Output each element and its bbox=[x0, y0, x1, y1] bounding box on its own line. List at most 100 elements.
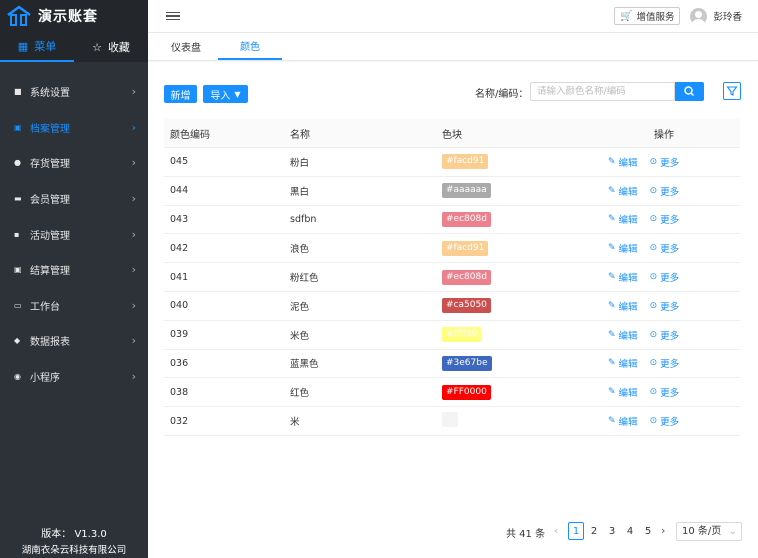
more-link[interactable]: ⊙ 更多 bbox=[650, 328, 680, 342]
cell-code: 036 bbox=[170, 357, 189, 369]
edit-link[interactable]: ✎ 编辑 bbox=[608, 356, 638, 370]
tab-dashboard[interactable]: 仪表盘 bbox=[154, 32, 218, 60]
edit-link[interactable]: ✎ 编辑 bbox=[608, 241, 638, 255]
table-header: 颜色编码 名称 色块 操作 bbox=[164, 119, 740, 148]
sidebar-item-label: 结算管理 bbox=[30, 266, 70, 278]
cell-swatch: #ffff80 bbox=[436, 327, 588, 343]
workbench-icon: ▭ bbox=[14, 300, 22, 310]
more-link[interactable]: ⊙ 更多 bbox=[650, 212, 680, 226]
search-button[interactable] bbox=[675, 82, 704, 101]
add-button[interactable]: 新增 bbox=[164, 85, 197, 103]
cell-name: 粉白 bbox=[290, 157, 310, 169]
edit-icon: ✎ bbox=[608, 300, 616, 311]
chevron-left-icon[interactable]: ‹ bbox=[554, 524, 558, 537]
company-name: 湖南衣朵云科技有限公司 bbox=[21, 545, 127, 556]
edit-link[interactable]: ✎ 编辑 bbox=[608, 299, 638, 313]
chevron-right-icon: › bbox=[131, 370, 136, 384]
edit-icon: ✎ bbox=[608, 156, 616, 167]
sidebar-item-miniprogram[interactable]: ◉ 小程序 › bbox=[0, 359, 148, 395]
search-icon bbox=[684, 86, 695, 97]
import-button[interactable]: 导入 ▼ bbox=[203, 85, 248, 103]
cell-code: 032 bbox=[170, 415, 189, 427]
filter-button[interactable] bbox=[723, 82, 741, 100]
more-link[interactable]: ⊙ 更多 bbox=[650, 155, 680, 169]
color-swatch: #3e67be bbox=[442, 355, 492, 371]
more-link[interactable]: ⊙ 更多 bbox=[650, 414, 680, 428]
cell-actions: ✎ 编辑 ⊙ 更多 bbox=[588, 212, 740, 226]
cell-actions: ✎ 编辑 ⊙ 更多 bbox=[588, 270, 740, 284]
more-label: 更多 bbox=[660, 273, 680, 285]
more-link[interactable]: ⊙ 更多 bbox=[650, 299, 680, 313]
sidebar-item-reports[interactable]: ◆ 数据报表 › bbox=[0, 323, 148, 359]
cell-name: sdfbn bbox=[290, 213, 317, 225]
sidebar-tabs: ▦ 菜单 ☆ 收藏 bbox=[0, 32, 148, 62]
edit-label: 编辑 bbox=[618, 215, 638, 227]
edit-link[interactable]: ✎ 编辑 bbox=[608, 328, 638, 342]
edit-link[interactable]: ✎ 编辑 bbox=[608, 184, 638, 198]
cell-actions: ✎ 编辑 ⊙ 更多 bbox=[588, 299, 740, 313]
page-button[interactable]: 1 bbox=[568, 522, 584, 540]
cell-code: 043 bbox=[170, 213, 189, 225]
sidebar-item-label: 档案管理 bbox=[30, 123, 70, 135]
sidebar-item-settlement[interactable]: ▣ 结算管理 › bbox=[0, 252, 148, 288]
edit-link[interactable]: ✎ 编辑 bbox=[608, 270, 638, 284]
color-swatch: #facd91 bbox=[442, 154, 489, 170]
table-row: 045 粉白 #facd91 ✎ 编辑 ⊙ 更多 bbox=[164, 148, 740, 177]
tab-menu[interactable]: ▦ 菜单 bbox=[0, 32, 74, 62]
more-icon: ⊙ bbox=[649, 387, 658, 398]
settlement-icon: ▣ bbox=[14, 265, 22, 275]
edit-label: 编辑 bbox=[618, 359, 638, 371]
chevron-right-icon[interactable]: › bbox=[661, 524, 665, 537]
service-button-label: 增值服务 bbox=[636, 12, 675, 23]
logo-row: 演示账套 bbox=[0, 0, 148, 32]
edit-label: 编辑 bbox=[618, 273, 638, 285]
more-link[interactable]: ⊙ 更多 bbox=[650, 241, 680, 255]
edit-link[interactable]: ✎ 编辑 bbox=[608, 414, 638, 428]
page-size-value: 10 条/页 bbox=[682, 526, 722, 537]
chevron-right-icon: › bbox=[131, 334, 136, 348]
edit-link[interactable]: ✎ 编辑 bbox=[608, 212, 638, 226]
sidebar-item-inventory[interactable]: ● 存货管理 › bbox=[0, 145, 148, 181]
value-added-service-button[interactable]: 🛒 增值服务 bbox=[614, 7, 681, 25]
color-swatch: #facd91 bbox=[442, 240, 489, 256]
page-button[interactable]: 5 bbox=[640, 522, 656, 540]
edit-link[interactable]: ✎ 编辑 bbox=[608, 385, 638, 399]
search-input[interactable]: 请输入颜色名称/编码 bbox=[530, 82, 675, 101]
more-link[interactable]: ⊙ 更多 bbox=[650, 385, 680, 399]
more-link[interactable]: ⊙ 更多 bbox=[650, 356, 680, 370]
sidebar-item-members[interactable]: ▬ 会员管理 › bbox=[0, 181, 148, 217]
import-button-label: 导入 bbox=[210, 90, 231, 102]
username[interactable]: 彭玲香 bbox=[713, 9, 742, 23]
page-button[interactable]: 4 bbox=[622, 522, 638, 540]
page-size-select[interactable]: 10 条/页 ⌄ bbox=[676, 522, 742, 541]
cell-swatch: #facd91 bbox=[436, 154, 588, 170]
miniprogram-icon: ◉ bbox=[14, 372, 21, 382]
sidebar-item-archive[interactable]: ▣ 档案管理 › bbox=[0, 110, 148, 146]
sidebar-item-system-settings[interactable]: ■ 系统设置 › bbox=[0, 74, 148, 110]
more-link[interactable]: ⊙ 更多 bbox=[650, 184, 680, 198]
sidebar-item-activities[interactable]: ▪ 活动管理 › bbox=[0, 216, 148, 252]
cell-code: 039 bbox=[170, 329, 189, 341]
cell-actions: ✎ 编辑 ⊙ 更多 bbox=[588, 184, 740, 198]
chevron-right-icon: › bbox=[131, 156, 136, 170]
color-swatch: #FF0000 bbox=[442, 384, 491, 400]
tab-color[interactable]: 颜色 bbox=[218, 32, 282, 60]
color-swatch bbox=[442, 412, 458, 428]
cell-name: 浪色 bbox=[290, 244, 310, 256]
color-swatch: #aaaaaa bbox=[442, 183, 491, 199]
edit-icon: ✎ bbox=[608, 243, 616, 254]
more-label: 更多 bbox=[660, 301, 680, 313]
edit-link[interactable]: ✎ 编辑 bbox=[608, 155, 638, 169]
table-row: 043 sdfbn #ec808d ✎ 编辑 ⊙ 更多 bbox=[164, 206, 740, 235]
member-icon: ▬ bbox=[14, 194, 22, 204]
avatar[interactable] bbox=[690, 7, 708, 25]
more-icon: ⊙ bbox=[649, 329, 658, 340]
more-label: 更多 bbox=[660, 359, 680, 371]
sidebar-item-workbench[interactable]: ▭ 工作台 › bbox=[0, 288, 148, 324]
page-button[interactable]: 2 bbox=[586, 522, 602, 540]
more-link[interactable]: ⊙ 更多 bbox=[650, 270, 680, 284]
collapse-menu-icon[interactable] bbox=[166, 10, 180, 23]
page-button[interactable]: 3 bbox=[604, 522, 620, 540]
cell-name: 米 bbox=[290, 417, 300, 429]
tab-favorites[interactable]: ☆ 收藏 bbox=[74, 32, 148, 62]
